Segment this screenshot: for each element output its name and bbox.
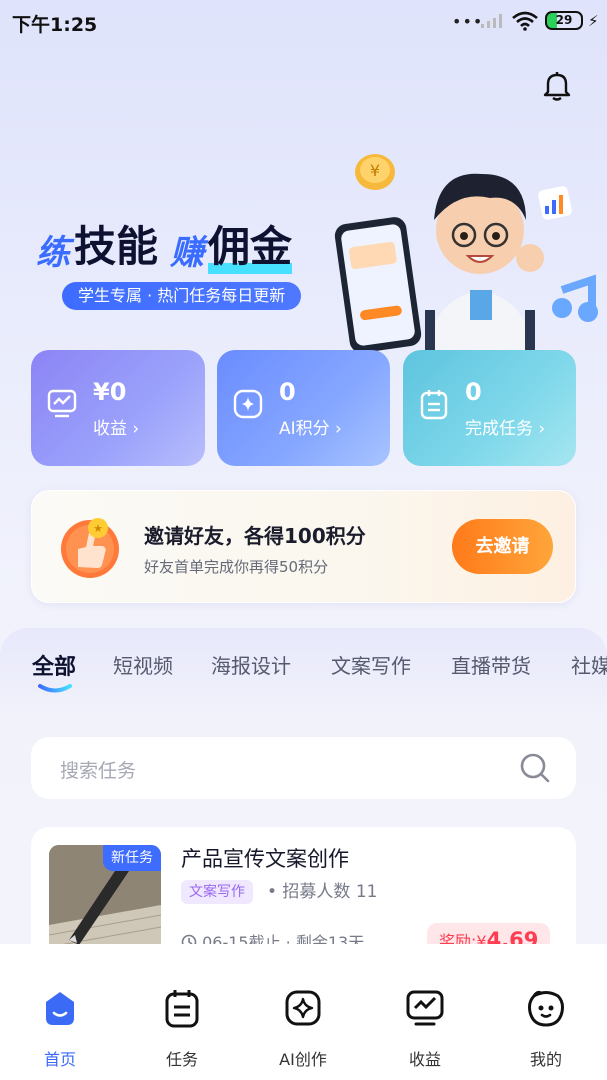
task-title: 产品宣传文案创作 [181, 847, 349, 871]
nav-tasks[interactable]: 任务 [147, 988, 217, 1070]
invite-title: 邀请好友，各得100积分 [144, 520, 366, 549]
nav-earnings-label: 收益 [408, 1050, 441, 1069]
earnings-chart-icon [47, 389, 77, 418]
profile-face-icon [528, 990, 564, 1027]
earnings-monitor-icon [406, 990, 444, 1026]
invite-desc-prefix: 好友首单完成你再得 [144, 558, 280, 576]
earnings-label: 收益 › [93, 419, 140, 439]
thumbs-up-coin-icon: ★ [61, 518, 119, 578]
invite-button[interactable]: 去邀请 [452, 519, 553, 574]
ai-points-value: 0 [279, 378, 296, 406]
search-placeholder: 搜索任务 [60, 760, 137, 782]
completed-tasks-value: 0 [465, 378, 482, 406]
ai-create-icon [285, 990, 321, 1026]
status-bar: 下午1:25 ••• 29 ⚡ [0, 0, 607, 44]
signal-icon [481, 14, 502, 28]
ai-sparkle-icon [233, 389, 263, 419]
invite-desc-highlight: 50 [279, 558, 299, 576]
home-icon [46, 992, 74, 1025]
status-time: 下午1:25 [12, 14, 98, 36]
earnings-value: ¥0 [93, 378, 127, 406]
tab-live-commerce[interactable]: 直播带货 [451, 650, 531, 679]
ai-points-label: AI积分 › [279, 419, 342, 439]
hero-title-part2: 技能 [74, 222, 159, 271]
stat-completed-tasks-card[interactable]: 0 完成任务 › [403, 350, 576, 466]
hero-title: 练 技能 赚 佣金 [36, 213, 293, 274]
nav-home[interactable]: 首页 [25, 988, 95, 1070]
category-tabs: 全部 短视频 海报设计 文案写作 直播带货 社媒 [0, 650, 607, 694]
wifi-icon [512, 11, 538, 31]
nav-earnings[interactable]: 收益 [390, 988, 460, 1070]
task-category-tag: 文案写作 [181, 880, 253, 904]
hero-title-part1: 练 [36, 233, 70, 273]
invite-banner[interactable]: ★ 邀请好友，各得100积分 好友首单完成你再得50积分 去邀请 [31, 490, 576, 603]
nav-ai-create-label: AI创作 [279, 1050, 327, 1069]
nav-ai-create[interactable]: AI创作 [268, 988, 338, 1070]
hero-title-part3: 赚 [170, 233, 205, 273]
tab-social-media[interactable]: 社媒 [571, 650, 607, 679]
hero-title-part4: 佣金 [208, 213, 293, 274]
nav-home-label: 首页 [43, 1050, 76, 1069]
nav-tasks-label: 任务 [165, 1050, 198, 1069]
tab-all[interactable]: 全部 [32, 650, 76, 681]
tab-short-video[interactable]: 短视频 [113, 650, 173, 679]
tab-poster-design[interactable]: 海报设计 [211, 650, 291, 679]
invite-title-suffix: 积分 [325, 524, 366, 548]
active-tab-indicator [38, 684, 72, 693]
task-list-icon [420, 390, 448, 420]
search-icon[interactable] [519, 752, 551, 784]
more-dots-icon: ••• [452, 12, 484, 31]
invite-desc-suffix: 积分 [298, 558, 329, 576]
nav-profile-label: 我的 [529, 1050, 562, 1069]
student-phone-illustration: ¥ [334, 154, 598, 360]
nav-profile[interactable]: 我的 [511, 988, 581, 1070]
battery-icon: 29 [545, 11, 583, 30]
invite-title-prefix: 邀请好友，各得 [144, 524, 284, 548]
stat-earnings-card[interactable]: ¥0 收益 › [31, 350, 205, 466]
tab-copywriting[interactable]: 文案写作 [331, 650, 411, 679]
charging-icon: ⚡ [588, 12, 599, 30]
hero-subtitle: 学生专属 · 热门任务每日更新 [62, 282, 302, 310]
new-task-badge: 新任务 [103, 845, 161, 871]
task-clipboard-icon [165, 990, 199, 1028]
search-bar[interactable]: 搜索任务 [31, 737, 576, 799]
task-recruit-count: • 招募人数 11 [267, 882, 378, 902]
svg-text:¥: ¥ [370, 161, 380, 180]
svg-text:★: ★ [93, 522, 103, 535]
bottom-nav: 首页 任务 AI创作 收益 我的 [0, 944, 607, 1080]
completed-tasks-label: 完成任务 › [465, 419, 546, 439]
stat-ai-points-card[interactable]: 0 AI积分 › [217, 350, 390, 466]
page: 下午1:25 ••• 29 ⚡ 练 技能 赚 佣金 学生专属 · 热门任务每日更… [0, 0, 607, 1080]
invite-title-highlight: 100 [284, 524, 326, 548]
bell-icon[interactable] [542, 70, 572, 102]
invite-description: 好友首单完成你再得50积分 [144, 556, 328, 577]
